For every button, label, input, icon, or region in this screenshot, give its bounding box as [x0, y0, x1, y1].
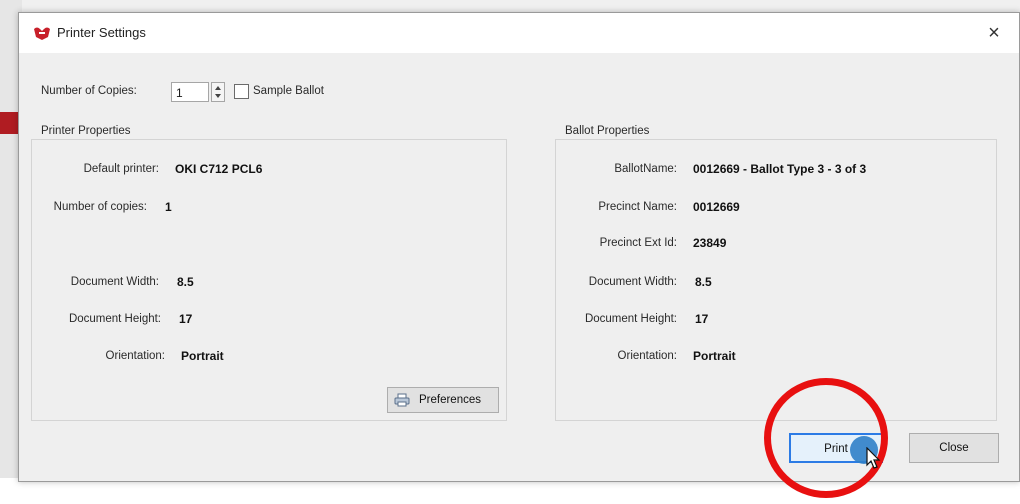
ballot-orientation-label: Orientation:	[617, 350, 677, 362]
ballot-doc-height-label: Document Height:	[584, 313, 677, 325]
ballot-doc-height-value: 17	[695, 312, 709, 326]
preferences-button[interactable]: Preferences	[387, 387, 499, 413]
ballot-orientation-value: Portrait	[693, 349, 736, 363]
dialog-titlebar: Printer Settings ×	[19, 13, 1019, 53]
printer-properties-title: Printer Properties	[41, 125, 131, 137]
copies-input[interactable]: 1	[171, 82, 209, 102]
printer-doc-height-label: Document Height:	[68, 313, 161, 325]
background-app-red-tab	[0, 112, 18, 134]
precinct-ext-id-label: Precinct Ext Id:	[599, 237, 677, 249]
number-of-copies-label: Number of copies:	[53, 201, 147, 213]
number-of-copies-value: 1	[165, 200, 172, 214]
ballot-properties-title: Ballot Properties	[565, 125, 650, 137]
spinner-up-icon[interactable]	[215, 86, 221, 90]
printer-doc-width-value: 8.5	[177, 275, 194, 289]
sample-ballot-label: Sample Ballot	[253, 85, 324, 97]
precinct-name-label: Precinct Name:	[598, 201, 677, 213]
close-window-button[interactable]: ×	[979, 19, 1009, 47]
mouse-pointer-icon	[866, 447, 881, 469]
default-printer-value: OKI C712 PCL6	[175, 162, 263, 176]
close-button[interactable]: Close	[909, 433, 999, 463]
sample-ballot-checkbox[interactable]	[234, 84, 249, 99]
printer-doc-height-value: 17	[179, 312, 193, 326]
printer-doc-width-label: Document Width:	[70, 276, 159, 288]
ballot-name-label: BallotName:	[614, 163, 677, 175]
ballot-doc-width-value: 8.5	[695, 275, 712, 289]
precinct-name-value: 0012669	[693, 200, 740, 214]
ballot-app-icon	[34, 27, 50, 40]
printer-orientation-value: Portrait	[181, 349, 224, 363]
printer-orientation-label: Orientation:	[105, 350, 165, 362]
copies-label: Number of Copies:	[41, 85, 137, 97]
copies-spinner[interactable]	[211, 82, 225, 102]
precinct-ext-id-value: 23849	[693, 236, 727, 250]
printer-icon	[394, 393, 410, 407]
default-printer-label: Default printer:	[83, 163, 159, 175]
ballot-doc-width-label: Document Width:	[588, 276, 677, 288]
dialog-title: Printer Settings	[57, 25, 146, 40]
spinner-down-icon[interactable]	[215, 94, 221, 98]
ballot-name-value: 0012669 - Ballot Type 3 - 3 of 3	[693, 162, 867, 176]
preferences-label: Preferences	[418, 394, 481, 406]
